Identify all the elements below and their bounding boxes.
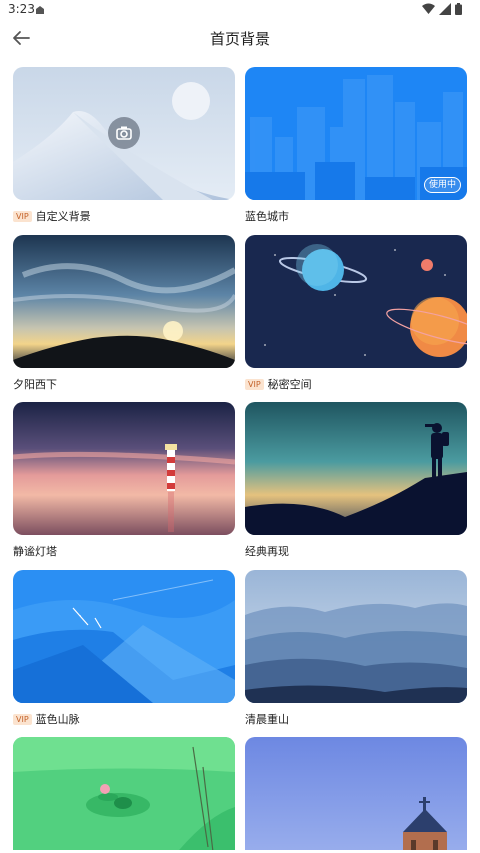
background-label: 夕阳西下	[13, 376, 57, 392]
background-card-morning-mountains[interactable]: 清晨重山	[245, 570, 467, 726]
battery-icon	[455, 3, 462, 15]
background-card-lighthouse[interactable]: 静谧灯塔	[13, 402, 235, 558]
camera-button[interactable]	[108, 117, 140, 149]
vip-badge: VIP	[13, 713, 32, 725]
page-title: 首页背景	[209, 30, 270, 48]
in-use-badge: 使用中	[423, 177, 461, 193]
status-time: 3:23	[8, 2, 35, 16]
background-label: 清晨重山	[245, 711, 289, 727]
background-thumbnail[interactable]: 使用中	[245, 67, 467, 200]
background-label: VIP 自定义背景	[13, 208, 91, 224]
background-card-church[interactable]	[245, 737, 467, 850]
status-bar: 3:23	[0, 0, 480, 20]
background-thumbnail[interactable]	[13, 67, 235, 200]
background-card-custom[interactable]: VIP 自定义背景	[13, 67, 235, 223]
background-thumbnail[interactable]	[13, 235, 235, 368]
background-name: 自定义背景	[35, 210, 91, 223]
app-bar: 首页背景	[0, 20, 480, 56]
background-card-blue-city[interactable]: 使用中 蓝色城市	[245, 67, 467, 223]
background-label: 静谧灯塔	[13, 543, 57, 559]
background-thumbnail[interactable]	[13, 570, 235, 703]
background-thumbnail[interactable]	[245, 570, 467, 703]
vip-badge: VIP	[13, 210, 32, 222]
background-label: 经典再现	[245, 543, 289, 559]
background-card-blue-mountains[interactable]: VIP 蓝色山脉	[13, 570, 235, 726]
background-thumbnail[interactable]	[245, 737, 467, 850]
background-name: 蓝色山脉	[35, 713, 80, 726]
background-name: 蓝色城市	[245, 210, 289, 223]
background-card-classic[interactable]: 经典再现	[245, 402, 467, 558]
background-thumbnail[interactable]	[13, 402, 235, 535]
background-thumbnail[interactable]	[13, 737, 235, 850]
notification-icon	[35, 4, 45, 18]
background-card-lotus-pond[interactable]	[13, 737, 235, 850]
background-label: VIP 蓝色山脉	[13, 711, 80, 727]
wifi-icon	[422, 3, 435, 14]
camera-icon	[116, 126, 132, 140]
background-card-sunset[interactable]: 夕阳西下	[13, 235, 235, 391]
signal-icon	[439, 3, 451, 15]
background-label: 蓝色城市	[245, 208, 289, 224]
background-card-secret-space[interactable]: VIP 秘密空间	[245, 235, 467, 391]
background-name: 夕阳西下	[13, 378, 57, 391]
background-name: 清晨重山	[245, 713, 289, 726]
background-label: VIP 秘密空间	[245, 376, 312, 392]
background-name: 经典再现	[245, 545, 289, 558]
background-thumbnail[interactable]	[245, 402, 467, 535]
background-name: 静谧灯塔	[13, 545, 57, 558]
background-thumbnail[interactable]	[245, 235, 467, 368]
background-name: 秘密空间	[267, 378, 312, 391]
vip-badge: VIP	[245, 378, 264, 390]
